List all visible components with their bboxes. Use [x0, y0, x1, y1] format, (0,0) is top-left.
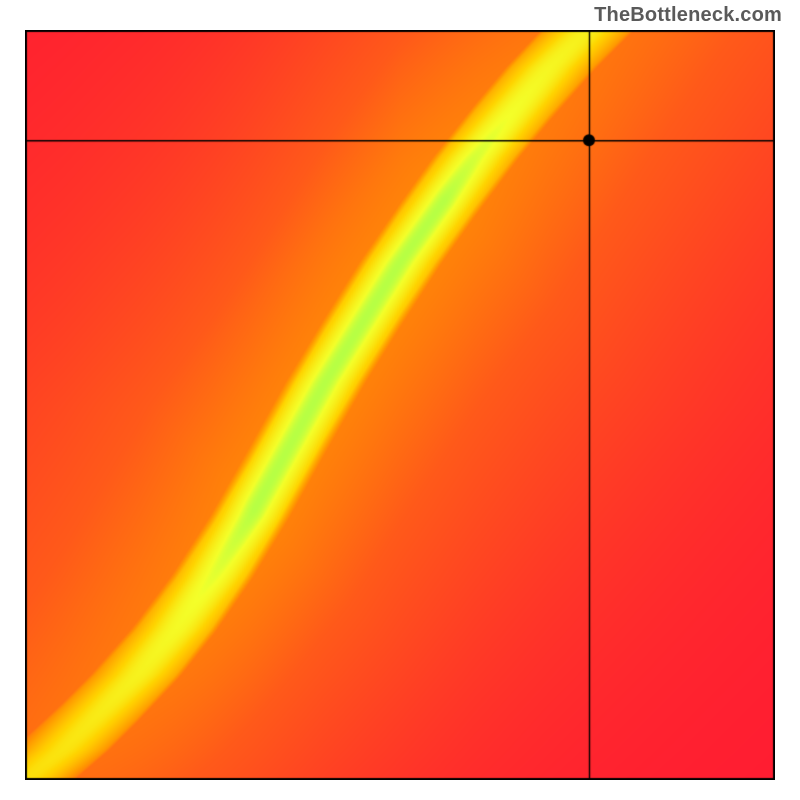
heatmap-canvas: [25, 30, 775, 780]
watermark-text: TheBottleneck.com: [594, 4, 782, 27]
chart-container: TheBottleneck.com: [0, 0, 800, 800]
plot-frame: [25, 30, 775, 780]
